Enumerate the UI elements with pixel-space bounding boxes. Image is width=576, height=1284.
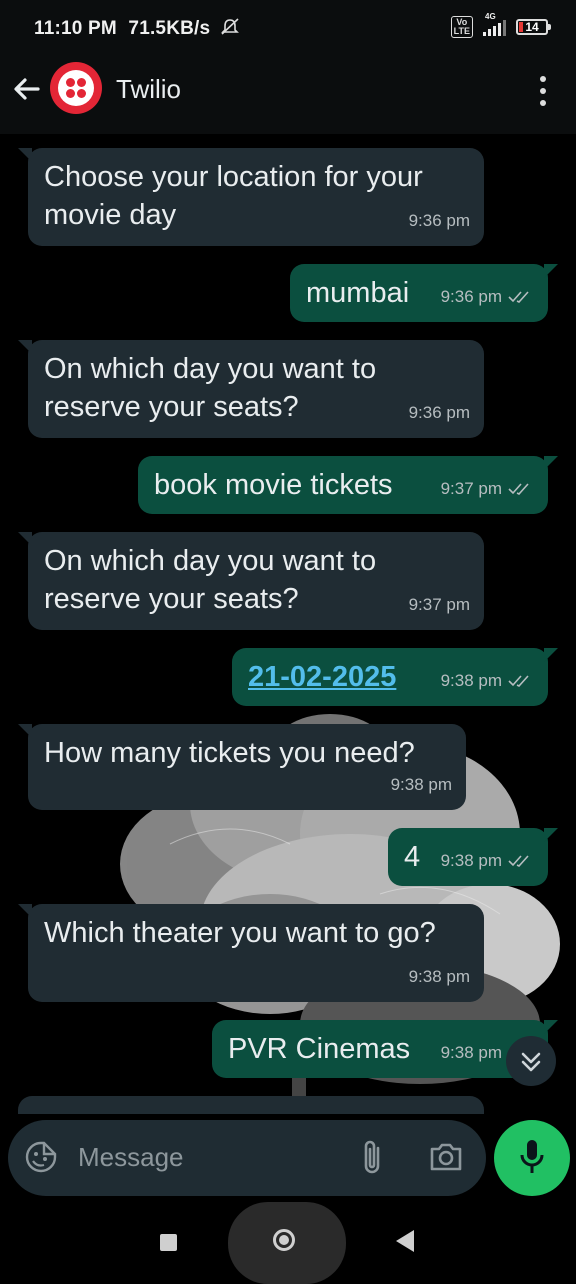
message-meta: 9:37 pm (441, 470, 534, 508)
bell-off-icon (220, 18, 239, 35)
system-back-button[interactable] (396, 1230, 414, 1252)
message-text: How many tickets you need? (44, 737, 415, 769)
message-meta: 9:38 pm (441, 842, 534, 880)
double-check-icon (508, 855, 529, 867)
message-meta: 9:38 pm (441, 662, 534, 700)
contact-avatar[interactable] (50, 62, 102, 114)
date-link[interactable]: 21-02-2025 (248, 661, 396, 693)
message-time: 9:38 pm (440, 671, 502, 690)
message-outgoing[interactable]: book movie tickets 9:37 pm (138, 456, 558, 514)
chat-area[interactable]: Choose your location for your movie day … (0, 134, 576, 1114)
microphone-button[interactable] (494, 1120, 570, 1196)
message-text: PVR Cinemas (228, 1033, 411, 1065)
message-time: 9:37 pm (440, 479, 502, 498)
paperclip-icon[interactable] (358, 1138, 386, 1178)
message-incoming[interactable]: Which theater you want to go? 9:38 pm (18, 904, 484, 1002)
message-incoming[interactable]: How many tickets you need? 9:38 pm (18, 724, 466, 810)
message-outgoing[interactable]: PVR Cinemas 9:38 pm (212, 1020, 558, 1078)
message-time: 9:36 pm (408, 403, 470, 422)
microphone-icon (520, 1140, 544, 1173)
message-text: Which theater you want to go? (44, 917, 436, 949)
arrow-left-icon[interactable] (10, 72, 44, 106)
message-incoming-partial[interactable] (18, 1096, 484, 1114)
home-button[interactable] (228, 1202, 346, 1284)
message-time: 9:37 pm (408, 595, 470, 614)
contact-name[interactable]: Twilio (116, 74, 181, 105)
message-time: 9:36 pm (408, 211, 470, 230)
message-text: On which day you want to reserve your se… (44, 545, 377, 615)
scroll-to-bottom-button[interactable] (506, 1036, 556, 1086)
message-incoming[interactable]: On which day you want to reserve your se… (18, 340, 484, 438)
message-outgoing[interactable]: mumbai 9:36 pm (290, 264, 558, 322)
double-check-icon (508, 291, 529, 303)
double-check-icon (508, 675, 529, 687)
message-text: 4 (404, 841, 421, 873)
status-bar: 11:10 PM 71.5KB/s Vo LTE 4G 14 (0, 0, 576, 56)
camera-icon[interactable] (428, 1140, 464, 1174)
message-input[interactable]: Message (78, 1142, 184, 1173)
message-text: mumbai (306, 277, 410, 309)
chat-header: Twilio (0, 56, 576, 134)
message-text: On which day you want to reserve your se… (44, 353, 377, 423)
message-time: 9:38 pm (408, 967, 470, 986)
message-composer: Message (8, 1120, 486, 1196)
status-right: Vo LTE 4G 14 (450, 12, 551, 38)
message-outgoing[interactable]: 4 9:38 pm (388, 828, 558, 886)
status-time: 11:10 PM (34, 18, 117, 39)
system-nav-bar (0, 1200, 576, 1284)
message-outgoing[interactable]: 21-02-2025 9:38 pm (232, 648, 558, 706)
status-speed: 71.5KB/s (128, 18, 211, 39)
double-chevron-down-icon (521, 1052, 541, 1072)
volte-badge: Vo LTE (450, 16, 473, 38)
message-time: 9:38 pm (440, 851, 502, 870)
message-meta: 9:36 pm (441, 278, 534, 316)
message-incoming[interactable]: Choose your location for your movie day … (18, 148, 484, 246)
message-time: 9:36 pm (440, 287, 502, 306)
battery-icon: 14 (516, 19, 551, 35)
message-time: 9:38 pm (440, 1043, 502, 1062)
battery-level: 14 (525, 20, 539, 34)
recents-button[interactable] (160, 1234, 177, 1251)
emoji-sticker-icon[interactable] (24, 1140, 58, 1174)
message-time: 9:38 pm (390, 775, 452, 794)
message-text: Choose your location for your movie day (44, 161, 423, 231)
message-incoming[interactable]: On which day you want to reserve your se… (18, 532, 484, 630)
more-vert-icon[interactable] (532, 76, 552, 106)
network-type: 4G (485, 12, 496, 21)
double-check-icon (508, 483, 529, 495)
message-text: book movie tickets (154, 469, 393, 501)
signal-icon: 4G (483, 12, 506, 36)
status-left: 11:10 PM 71.5KB/s (34, 18, 240, 40)
